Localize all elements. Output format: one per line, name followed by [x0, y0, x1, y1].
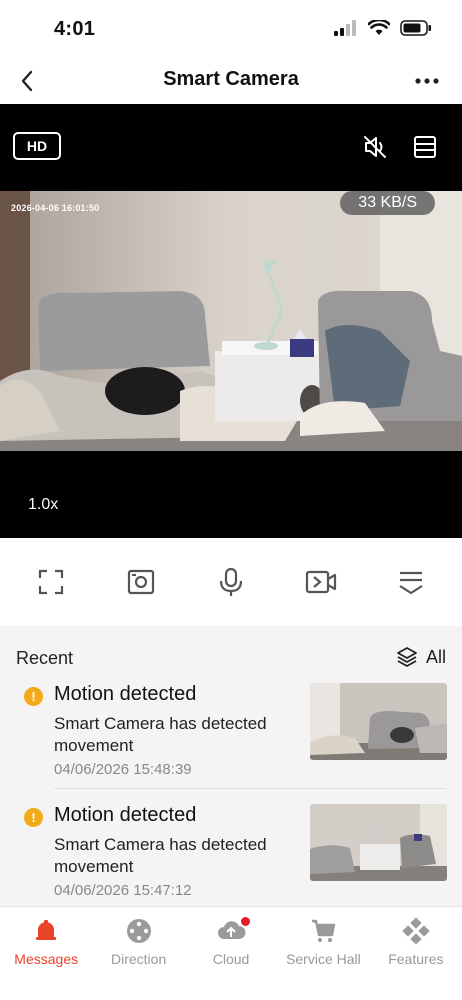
event-thumbnail[interactable] [310, 804, 447, 881]
features-icon [402, 917, 430, 945]
signal-icon [334, 20, 356, 36]
status-bar: 4:01 [0, 0, 462, 58]
cloud-notification-dot [240, 917, 250, 926]
snapshot-icon [127, 569, 155, 595]
status-time: 4:01 [54, 18, 96, 40]
microphone-icon [219, 567, 243, 596]
tab-features-label: Features [388, 951, 444, 967]
tab-direction[interactable]: Direction [92, 907, 184, 1000]
control-bar [0, 538, 462, 626]
tab-messages[interactable]: Messages [0, 907, 92, 1000]
mute-button[interactable] [360, 132, 390, 162]
warning-icon: ! [24, 808, 43, 827]
recent-filter-button[interactable]: All [396, 646, 446, 668]
status-icons [334, 20, 432, 36]
event-time: 04/06/2026 15:47:12 [54, 882, 192, 899]
tab-bar: Messages Direction Cloud Service Hall Fe… [0, 906, 462, 1000]
event-description: Smart Camera has detected movement [54, 835, 267, 876]
event-description: Smart Camera has detected movement [54, 714, 267, 755]
event-title: Motion detected [54, 804, 197, 826]
bell-icon [36, 920, 57, 940]
tab-messages-label: Messages [14, 951, 79, 967]
tab-service-hall-label: Service Hall [286, 951, 361, 967]
cart-icon [312, 919, 336, 942]
tab-cloud-label: Cloud [212, 951, 250, 967]
layout-icon [414, 136, 436, 158]
event-thumbnail[interactable] [310, 683, 447, 760]
feed-timestamp: 2026-04-06 16:01:50 [11, 203, 100, 213]
collapse-icon [399, 571, 423, 595]
event-item[interactable]: ! Motion detected Smart Camera has detec… [0, 683, 462, 793]
layout-button[interactable] [410, 132, 440, 162]
fullscreen-button[interactable] [31, 562, 71, 602]
recent-section: Recent All ! Motion detected Smart Camer… [0, 626, 462, 906]
record-video-button[interactable] [301, 562, 341, 602]
more-button[interactable] [412, 66, 442, 96]
quality-toggle-button[interactable]: HD [13, 132, 61, 160]
event-divider [54, 788, 446, 789]
fullscreen-icon [38, 569, 64, 595]
event-thumbnail-image [310, 683, 447, 760]
microphone-button[interactable] [211, 562, 251, 602]
event-item[interactable]: ! Motion detected Smart Camera has detec… [0, 804, 462, 906]
tab-features[interactable]: Features [370, 907, 462, 1000]
bitrate-badge: 33 KB/S [340, 191, 435, 215]
camera-feed[interactable]: 2026-04-06 16:01:50 33 KB/S [0, 191, 462, 451]
nav-bar: Smart Camera [0, 58, 462, 104]
tab-cloud[interactable]: Cloud [185, 907, 277, 1000]
recent-filter-label: All [425, 646, 446, 667]
warning-icon: ! [24, 687, 43, 706]
tab-direction-label: Direction [110, 951, 167, 967]
speaker-muted-icon [364, 136, 386, 158]
zoom-level: 1.0x [28, 496, 59, 513]
event-time: 04/06/2026 15:48:39 [54, 761, 192, 778]
camera-feed-image [0, 191, 462, 451]
event-thumbnail-image [310, 804, 447, 881]
recent-title: Recent [16, 648, 74, 668]
more-horizontal-icon [415, 78, 439, 84]
live-video-panel[interactable]: HD 2026-04-06 16:01:50 33 KB/S 1.0x [0, 104, 462, 538]
snapshot-button[interactable] [121, 562, 161, 602]
event-title: Motion detected [54, 683, 197, 705]
record-video-icon [305, 570, 337, 594]
wifi-icon [368, 20, 390, 35]
battery-icon [400, 20, 431, 36]
page-title: Smart Camera [163, 68, 299, 90]
direction-pad-icon [126, 919, 151, 943]
tab-service-hall[interactable]: Service Hall [277, 907, 369, 1000]
layers-icon [397, 647, 417, 667]
collapse-button[interactable] [391, 562, 431, 602]
